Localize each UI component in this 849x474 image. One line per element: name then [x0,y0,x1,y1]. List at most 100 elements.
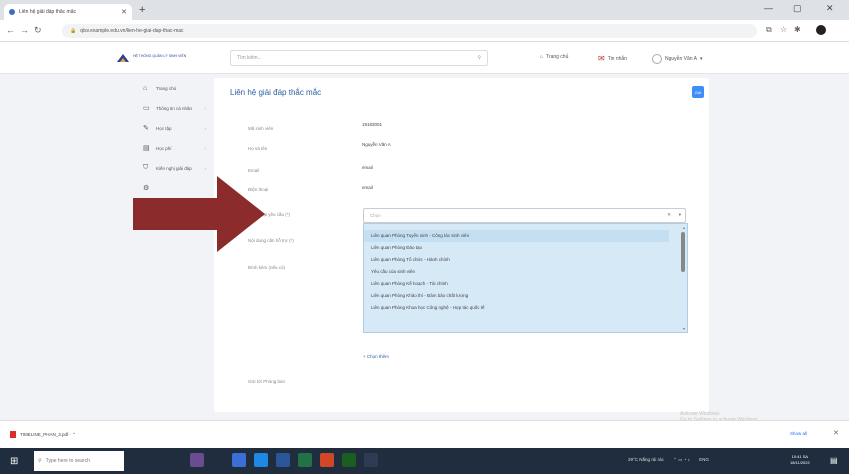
request-type-option[interactable]: Liên quan Phòng Tuyển sinh - Công tác si… [364,230,669,242]
reload-icon[interactable]: ↻ [34,25,42,36]
powerpoint-icon[interactable] [320,453,334,467]
app-icon[interactable] [342,453,356,467]
search-input[interactable]: Tìm kiếm... ⚲ [230,50,488,66]
favicon-icon [9,9,15,15]
download-item[interactable]: TIMELINE_PHAN_3.pdf ⌃ [10,431,76,438]
full-name-value: Nguyễn Văn A [362,142,391,147]
tray-icons[interactable]: ⌃ ▭ ◔ ♪ [673,457,690,462]
bookmark-icon[interactable]: ☆ [780,25,787,34]
back-icon[interactable]: ← [6,25,15,35]
chevron-up-icon[interactable]: ⌃ [72,432,76,438]
tab-title: Liên hệ giải đáp thắc mắc [19,9,76,15]
sidebar-item-2[interactable]: ✎ Học tập › [139,118,209,138]
weather-text[interactable]: 29°C Nắng rải rác [628,457,664,462]
show-all-button[interactable]: Show all [790,431,807,436]
downloads-bar: TIMELINE_PHAN_3.pdf ⌃ Show all ✕ [0,420,849,448]
request-type-option[interactable]: Liên quan Phòng Kế hoạch - Tài chính [364,278,669,290]
email-label: Email [248,168,260,173]
annotation-arrow-icon [133,176,265,252]
study-icon: ✎ [143,125,149,132]
chevron-down-icon[interactable]: ▾ [679,212,681,218]
sidebar-item-label: Thông tin cá nhân [156,105,193,111]
sidebar-item-0[interactable]: ⌂ Trang chủ [139,78,209,98]
taskbar-clock[interactable]: 10:41 SA 18/11/2022 [790,454,810,466]
windows-taskbar: ⊞ ⚲ Type here to search 29°C Nắng rải rá… [0,448,849,474]
request-type-option[interactable]: Yêu cầu của sinh viên [364,266,669,278]
address-bar[interactable]: 🔒 qlsv.example.edu.vn/lien-he-giai-dap-t… [62,24,757,38]
excel-icon[interactable] [298,453,312,467]
email-value: email [362,165,373,170]
clear-icon[interactable]: ✕ [667,212,671,218]
student-id-value: 19183001 [362,122,383,127]
extension-icon[interactable]: ⧉ [766,25,772,35]
home-icon: ⌂ [540,54,544,60]
sidebar-item-label: Học tập [156,125,172,131]
task-view-icon[interactable] [190,453,204,467]
sidebar-item-1[interactable]: ▭ Thông tin cá nhân › [139,98,209,118]
sidebar-item-label: Học phí [156,145,172,151]
minimize-button[interactable]: — [764,3,773,13]
language-indicator[interactable]: ENG [699,457,709,462]
contact-form-card: Liên hệ giải đáp thắc mắc Gửi Mã sinh vi… [214,78,709,412]
request-type-option[interactable]: Liên quan Phòng Đào tạo [364,242,669,254]
maximize-button[interactable]: ▢ [793,3,802,14]
forward-icon[interactable]: → [20,25,29,35]
submit-button[interactable]: Gửi [692,86,704,98]
taskbar-search-input[interactable]: ⚲ Type here to search [34,451,124,471]
nav-messages-label: Tin nhắn [607,55,627,62]
monitor-icon: ▭ [143,105,150,112]
close-downloads-icon[interactable]: ✕ [833,429,839,437]
profile-icon[interactable] [816,25,826,35]
wallet-icon: ▤ [143,145,150,152]
chevron-right-icon: › [204,145,207,151]
start-icon[interactable]: ⊞ [10,456,18,467]
nav-messages[interactable]: ✉ Tin nhắn [598,54,627,63]
clock-date: 18/11/2022 [790,460,810,465]
search-icon[interactable]: ⚲ [477,55,481,61]
word-icon[interactable] [276,453,290,467]
user-menu[interactable]: Nguyễn Văn A ▾ [652,54,702,64]
search-icon: ⚲ [38,458,42,464]
sidebar-item-label: Kiến nghị giải đáp [156,165,192,171]
url-text: qlsv.example.edu.vn/lien-he-giai-dap-tha… [80,28,184,34]
student-id-label: Mã sinh viên [248,126,274,131]
add-more-link[interactable]: + Chọn thêm [363,354,389,359]
browser-toolbar: ← → ↻ 🔒 qlsv.example.edu.vn/lien-he-giai… [0,20,849,42]
chrome-icon[interactable] [254,453,268,467]
puzzle-icon[interactable]: ✱ [794,25,801,34]
sidebar-item-4[interactable]: ⛉ Kiến nghị giải đáp › [139,158,209,178]
filter-icon: ⛉ [143,164,149,171]
chevron-right-icon: › [204,125,207,131]
chevron-right-icon: › [204,105,207,111]
request-type-option[interactable]: Liên quan Phòng Khoa học Công nghệ - Hợp… [364,302,669,314]
download-file-name: TIMELINE_PHAN_3.pdf [20,432,69,437]
request-type-option[interactable]: Liên quan Phòng Tổ chức - Hành chính [364,254,669,266]
avatar [652,54,662,64]
edge-icon[interactable] [232,453,246,467]
explorer-icon[interactable] [364,453,378,467]
sidebar-item-label: Trang chủ [156,85,177,91]
tab-close-icon[interactable]: ✕ [121,8,127,16]
new-tab-button[interactable]: + [139,3,145,17]
browser-tab[interactable]: Liên hệ giải đáp thắc mắc ✕ [4,4,132,20]
brand-name: HỆ THỐNG QUẢN LÝ SINH VIÊN [133,54,187,58]
request-type-select[interactable]: Chọn ✕ ▾ [363,208,686,223]
search-placeholder: Tìm kiếm... [237,55,262,61]
home-icon: ⌂ [143,84,148,92]
attachment-label: Đính kèm (nếu có) [248,265,286,270]
chevron-right-icon: › [204,165,207,171]
window-close-button[interactable]: ✕ [826,3,834,14]
request-type-option[interactable]: Liên quan Phòng Khảo thí - Đảm bảo chất … [364,290,669,302]
nav-home[interactable]: ⌂ Trang chủ [540,54,568,60]
logo-icon[interactable] [116,52,130,64]
send-to-label: Gửi tới Phòng ban [248,379,285,384]
site-header: HỆ THỐNG QUẢN LÝ SINH VIÊN Tìm kiếm... ⚲… [0,42,849,74]
scroll-up-icon[interactable]: ▴ [683,225,685,230]
phone-value: email [362,185,373,190]
sidebar-item-3[interactable]: ▤ Học phí › [139,138,209,158]
scroll-down-icon[interactable]: ▾ [683,326,685,331]
page-title: Liên hệ giải đáp thắc mắc [230,88,322,97]
dropdown-scrollbar[interactable] [681,232,685,272]
notification-icon[interactable]: ▤ [830,456,838,465]
browser-tabbar: Liên hệ giải đáp thắc mắc ✕ + — ▢ ✕ [0,0,849,20]
